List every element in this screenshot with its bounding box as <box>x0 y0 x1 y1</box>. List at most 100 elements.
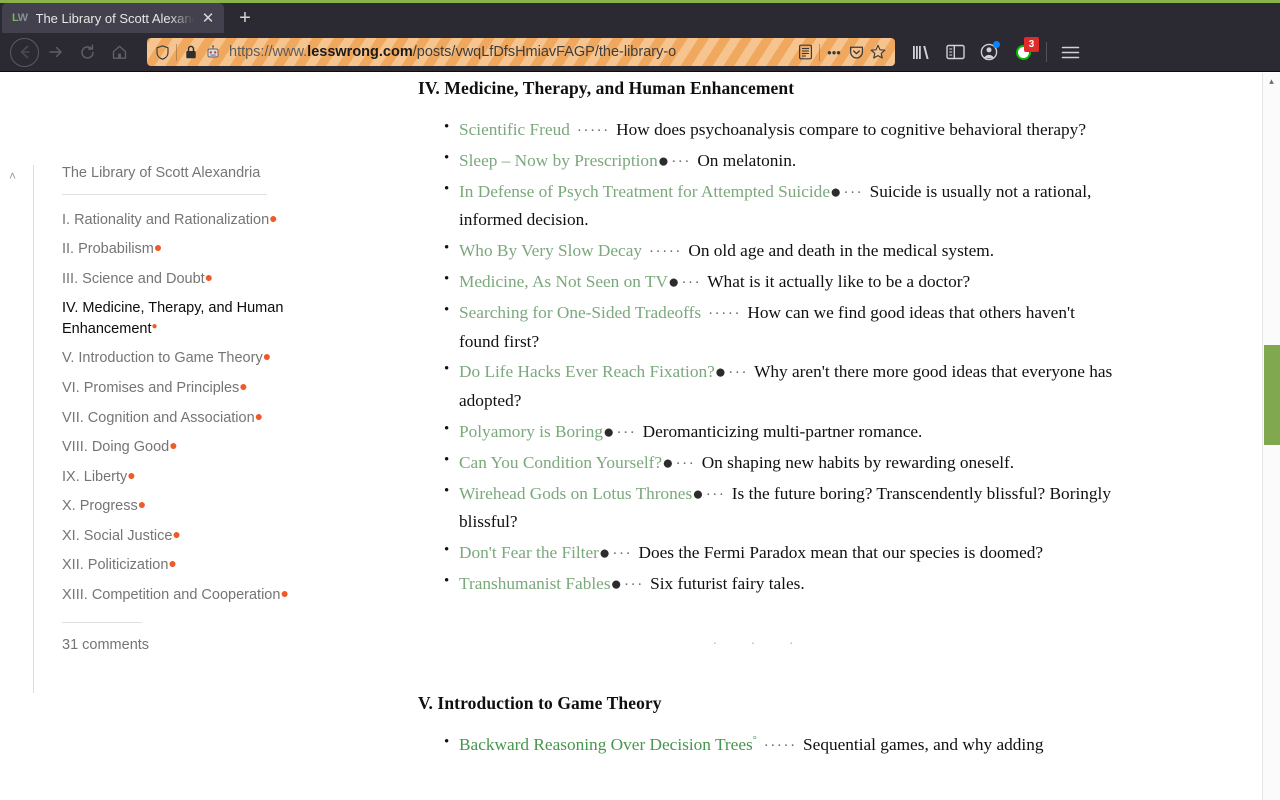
toc-item-dot-icon: ● <box>254 407 264 424</box>
toc-item-dot-icon: ● <box>137 496 147 513</box>
toc-item-11[interactable]: XI. Social Justice● <box>62 521 303 551</box>
toc-item-label: X. Progress <box>62 498 138 515</box>
address-bar-divider <box>176 43 177 61</box>
toc-divider <box>62 194 267 195</box>
article-body: IV. Medicine, Therapy, and Human Enhance… <box>418 73 1118 762</box>
toc-item-label: XI. Social Justice <box>62 527 173 544</box>
toc-item-3[interactable]: III. Science and Doubt● <box>62 264 303 294</box>
entry-description: Sequential games, and why adding <box>798 734 1044 754</box>
entry-link-7[interactable]: Do Life Hacks Ever Reach Fixation? <box>459 362 715 381</box>
sidebar-toggle-icon[interactable] <box>939 36 971 68</box>
list-item: Wirehead Gods on Lotus Thrones●··· Is th… <box>418 479 1118 538</box>
account-icon[interactable] <box>973 36 1005 68</box>
list-item: Don't Fear the Filter●··· Does the Fermi… <box>418 538 1118 568</box>
toc-item-dot-icon: ● <box>153 239 163 256</box>
scrollbar-thumb[interactable] <box>1264 345 1280 445</box>
home-button-icon[interactable] <box>103 36 135 68</box>
dot-leader: ··· <box>728 365 749 382</box>
toc-item-2[interactable]: II. Probabilism● <box>62 235 303 265</box>
list-item: Searching for One-Sided Tradeoffs····· H… <box>418 298 1118 357</box>
filled-circle-icon: ● <box>598 543 611 565</box>
lock-icon[interactable] <box>180 41 202 63</box>
toc-item-label: VII. Cognition and Association <box>62 409 255 426</box>
chevron-up-icon[interactable]: ˄ <box>9 170 16 182</box>
browser-tab[interactable]: LW The Library of Scott Alexandria ✕ <box>2 3 224 33</box>
dot-leader: ··· <box>675 455 696 472</box>
tab-title: The Library of Scott Alexandria <box>35 10 199 26</box>
filled-circle-icon: ● <box>603 421 615 443</box>
toc-item-1[interactable]: I. Rationality and Rationalization● <box>62 205 303 235</box>
entry-link-6[interactable]: Searching for One-Sided Tradeoffs <box>459 303 701 322</box>
entry-description: On old age and death in the medical syst… <box>684 241 995 261</box>
dot-leader: ··· <box>843 184 864 201</box>
toc-item-label: XIII. Competition and Cooperation <box>62 587 281 604</box>
dot-leader: ··· <box>616 424 637 441</box>
extension-icon[interactable]: 3 <box>1007 36 1039 68</box>
dot-leader: ····· <box>708 305 742 322</box>
toc-comments-link[interactable]: 31 comments <box>62 635 303 653</box>
scroll-up-arrow-icon[interactable]: ▴ <box>1263 73 1280 89</box>
toc-item-label: VI. Promises and Principles <box>62 379 240 396</box>
entry-description: On shaping new habits by rewarding onese… <box>697 452 1015 472</box>
toc-item-5[interactable]: V. Introduction to Game Theory● <box>62 344 303 374</box>
entry-list-section-5: Backward Reasoning Over Decision Trees°·… <box>418 730 1118 760</box>
entry-link-5[interactable]: Medicine, As Not Seen on TV <box>459 272 668 291</box>
entry-link-4[interactable]: Who By Very Slow Decay <box>459 241 642 260</box>
robot-extension-icon[interactable] <box>202 41 224 63</box>
toc-item-8[interactable]: VIII. Doing Good● <box>62 433 303 463</box>
toc-item-label: IV. Medicine, Therapy, and Human Enhance… <box>62 300 284 337</box>
reader-mode-icon[interactable] <box>794 41 816 63</box>
toc-item-13[interactable]: XIII. Competition and Cooperation● <box>62 581 303 611</box>
toc-item-4[interactable]: IV. Medicine, Therapy, and Human Enhance… <box>62 294 303 344</box>
toc-item-dot-icon: ● <box>239 377 248 394</box>
entry-link-9[interactable]: Can You Condition Yourself? <box>459 453 662 472</box>
dot-leader: ··· <box>624 576 644 593</box>
toc-title[interactable]: The Library of Scott Alexandria <box>62 165 303 194</box>
toc-item-dot-icon: ● <box>127 466 136 483</box>
list-item: Transhumanist Fables●··· Six futurist fa… <box>418 569 1118 599</box>
bookmark-star-icon[interactable] <box>867 41 889 63</box>
toc-item-9[interactable]: IX. Liberty● <box>62 462 303 492</box>
entry-link-1[interactable]: Scientific Freud <box>459 120 570 139</box>
back-button-icon[interactable] <box>10 37 39 67</box>
entry-link-8[interactable]: Polyamory is Boring <box>459 422 603 441</box>
dot-leader: ····· <box>763 737 797 754</box>
entry-link-10[interactable]: Wirehead Gods on Lotus Thrones <box>459 484 692 503</box>
entry-description: Deromanticizing multi-partner romance. <box>638 421 923 441</box>
toc-item-label: XII. Politicization <box>62 557 169 574</box>
toc-item-label: I. Rationality and Rationalization <box>62 211 270 228</box>
page-actions-icon[interactable]: ••• <box>823 41 845 63</box>
toc-item-6[interactable]: VI. Promises and Principles● <box>62 373 303 403</box>
entry-link-12[interactable]: Transhumanist Fables <box>459 574 611 593</box>
page-scrollbar[interactable]: ▴ <box>1262 73 1280 800</box>
dot-leader: ··· <box>705 486 726 503</box>
entry-link-2[interactable]: Sleep – Now by Prescription <box>459 151 658 170</box>
library-icon[interactable] <box>905 36 937 68</box>
section-heading-5: V. Introduction to Game Theory <box>418 692 662 713</box>
reload-button-icon[interactable] <box>71 36 103 68</box>
toc-item-dot-icon: ● <box>204 268 214 285</box>
tracking-shield-icon[interactable] <box>151 41 173 63</box>
toc-item-12[interactable]: XII. Politicization● <box>62 551 303 581</box>
entry-link-11[interactable]: Don't Fear the Filter <box>459 543 599 562</box>
filled-circle-icon: ● <box>714 362 727 384</box>
entry-link-3[interactable]: In Defense of Psych Treatment for Attemp… <box>459 182 830 201</box>
toc-divider-bottom <box>62 622 142 624</box>
forward-button-icon[interactable] <box>39 36 71 68</box>
list-item: Backward Reasoning Over Decision Trees°·… <box>418 730 1118 760</box>
new-tab-button[interactable]: + <box>228 3 262 33</box>
pocket-icon[interactable] <box>845 41 867 63</box>
entry-s5-link-1[interactable]: Backward Reasoning Over Decision Trees <box>459 735 753 754</box>
url-text[interactable]: https://www.lesswrong.com/posts/vwqLfDfs… <box>224 44 794 60</box>
toc-item-7[interactable]: VII. Cognition and Association● <box>62 403 303 433</box>
address-bar[interactable]: https://www.lesswrong.com/posts/vwqLfDfs… <box>147 38 895 66</box>
entry-description: On melatonin. <box>693 150 797 170</box>
toc-item-list: I. Rationality and Rationalization● II. P… <box>62 205 303 610</box>
hamburger-menu-icon[interactable] <box>1054 36 1086 68</box>
toc-item-10[interactable]: X. Progress● <box>62 492 303 522</box>
toc-item-label: IX. Liberty <box>62 468 128 485</box>
toc-item-label: V. Introduction to Game Theory <box>62 350 263 367</box>
entry-description: What is it actually like to be a doctor? <box>703 271 971 291</box>
close-tab-icon[interactable]: ✕ <box>199 9 217 27</box>
dot-leader: ··· <box>681 274 702 291</box>
